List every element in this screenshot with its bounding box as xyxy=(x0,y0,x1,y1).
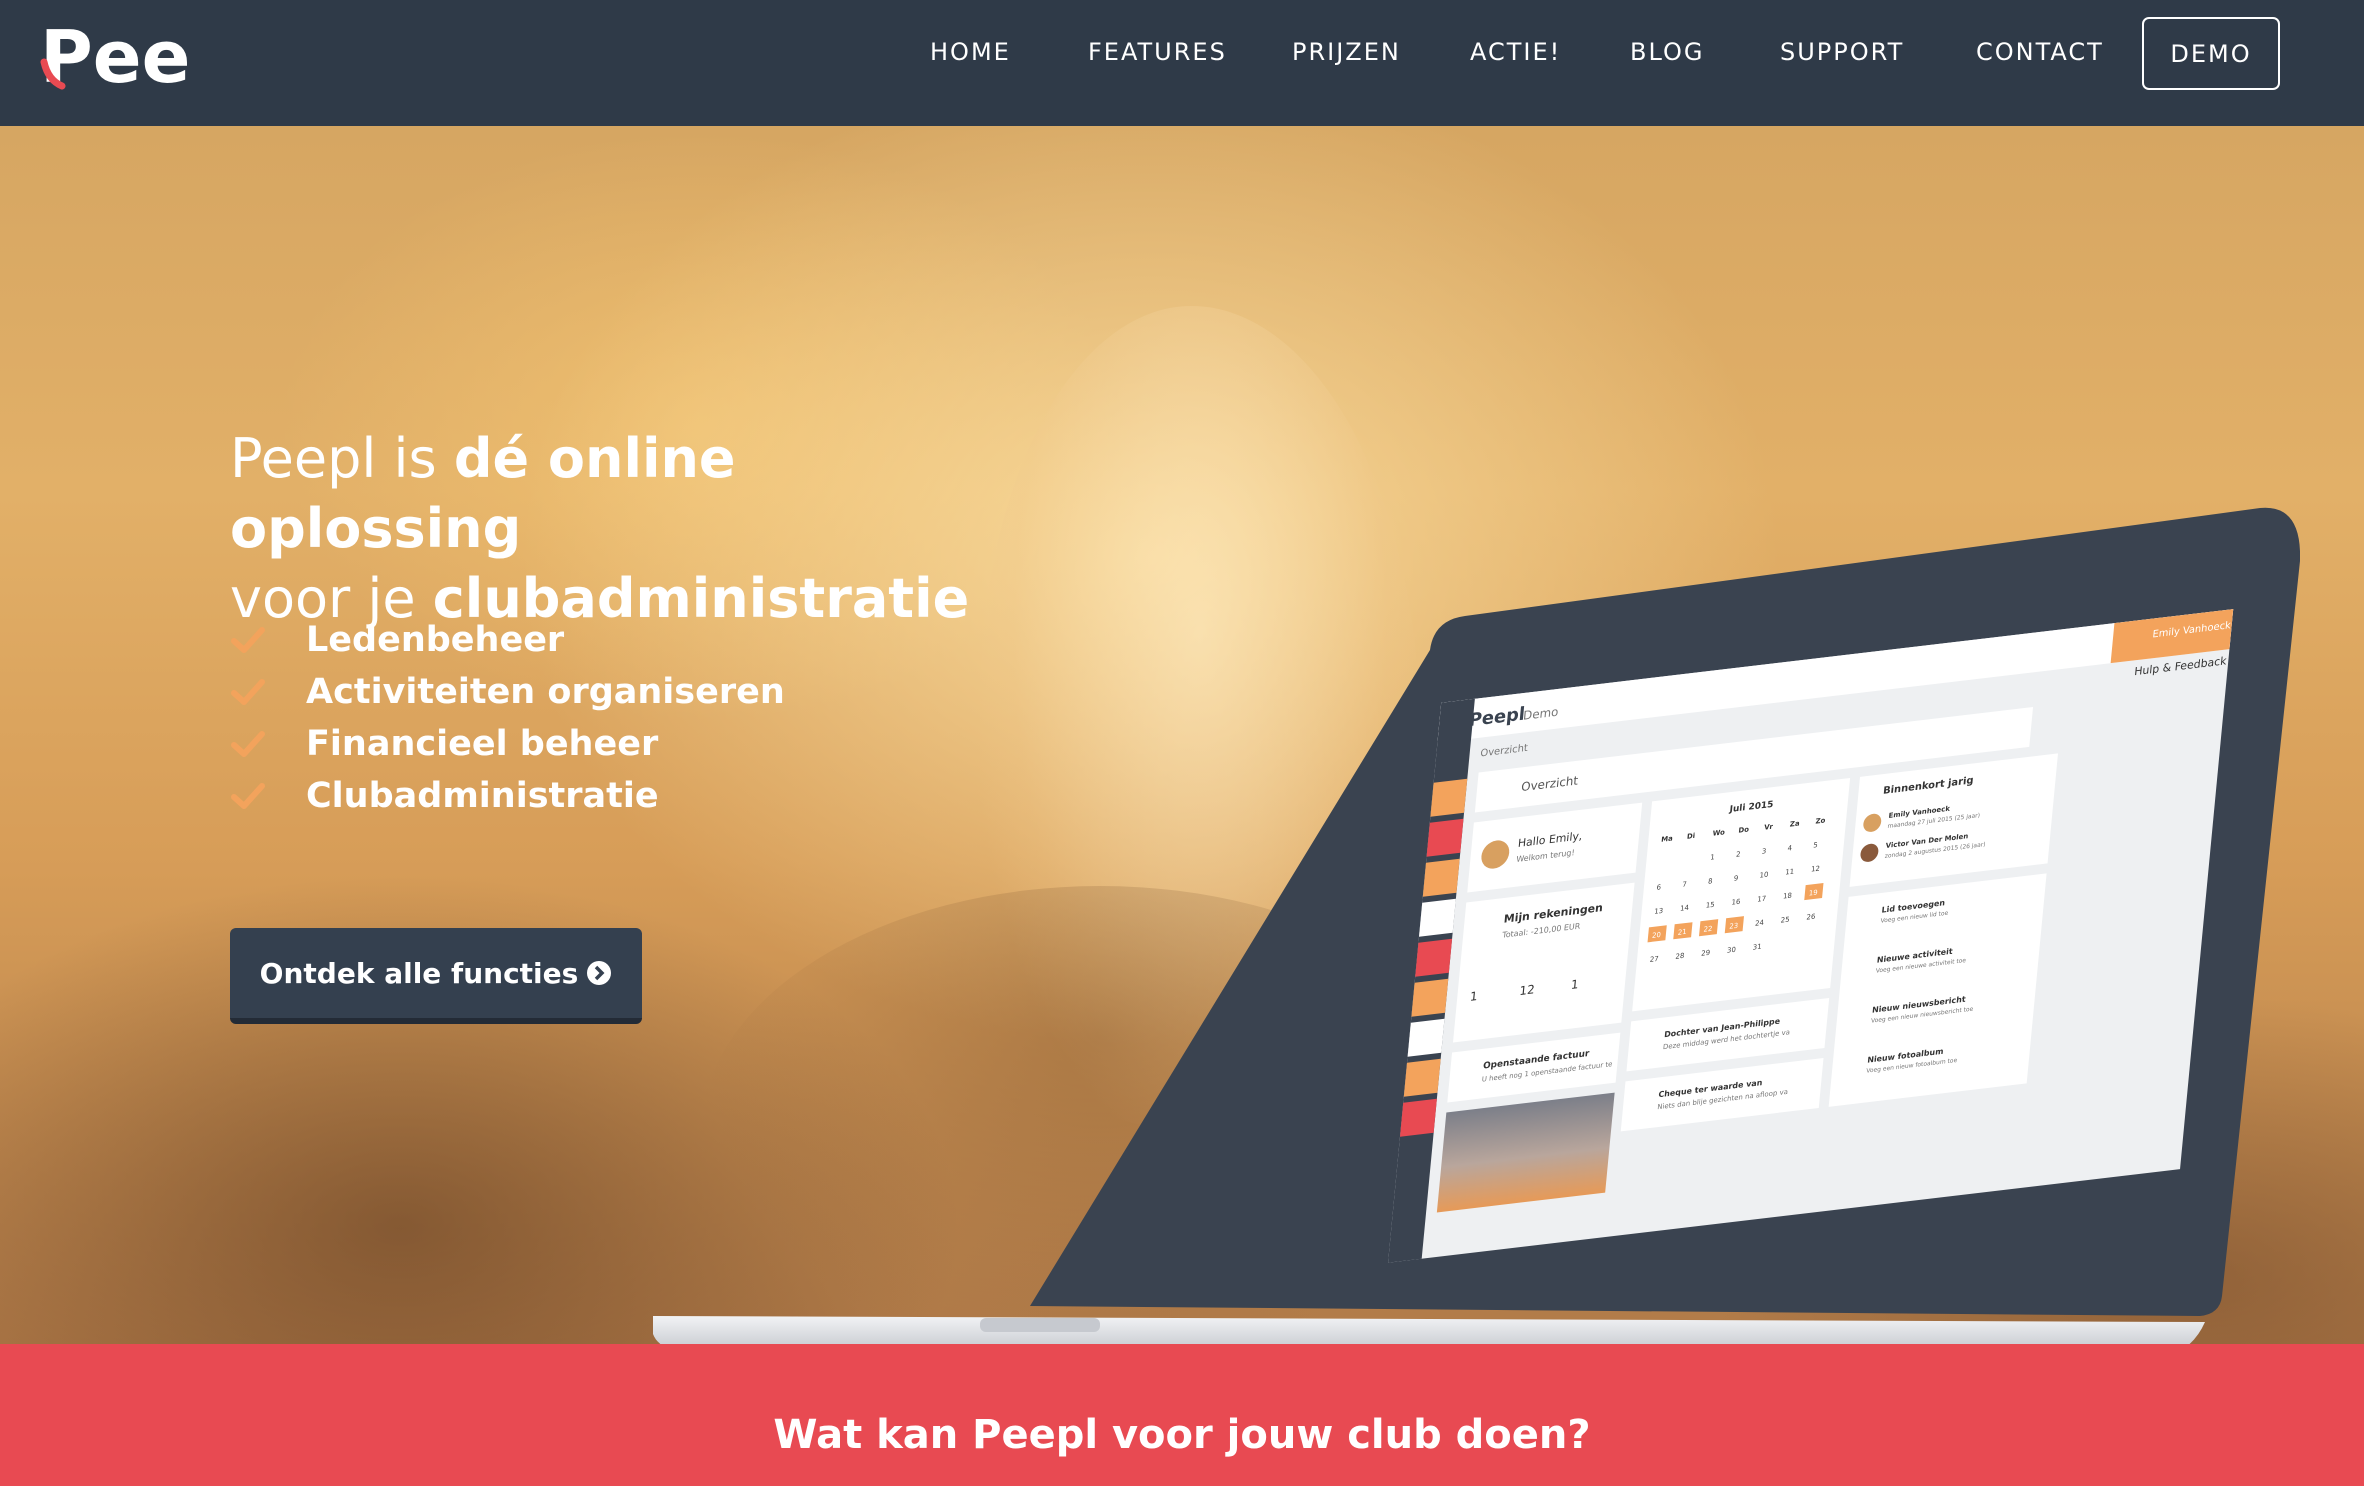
app-stat-value: 1 xyxy=(1469,989,1478,1004)
laptop-notch xyxy=(980,1318,1100,1332)
check-icon xyxy=(231,783,265,809)
nav-support[interactable]: SUPPORT xyxy=(1780,38,1904,66)
calendar-day: 25 xyxy=(1780,916,1790,925)
calendar-day: 9 xyxy=(1733,874,1738,883)
calendar-day: 26 xyxy=(1806,913,1816,922)
calendar-day: 28 xyxy=(1675,952,1685,961)
top-navbar: Peepl HOME FEATURES PRIJZEN ACTIE! BLOG … xyxy=(0,0,2364,126)
calendar-weekday: Di xyxy=(1687,832,1696,841)
calendar-day: 16 xyxy=(1731,898,1741,907)
app-stat-value: 1 xyxy=(1570,977,1579,992)
calendar-day: 11 xyxy=(1785,868,1795,877)
chevron-circle-right-icon xyxy=(587,961,612,985)
nav-contact[interactable]: CONTACT xyxy=(1976,38,2104,66)
nav-actie[interactable]: ACTIE! xyxy=(1470,38,1561,66)
calendar-day: 19 xyxy=(1808,889,1818,898)
check-icon xyxy=(231,679,265,705)
peepl-logo[interactable]: Peepl xyxy=(40,4,190,114)
calendar-day: 31 xyxy=(1752,943,1762,952)
laptop-base xyxy=(653,1316,2205,1344)
calendar-day: 30 xyxy=(1727,946,1737,955)
nav-features[interactable]: FEATURES xyxy=(1088,38,1227,66)
calendar-weekday: Zo xyxy=(1815,816,1826,825)
calendar-day: 3 xyxy=(1761,847,1766,856)
hero-section: Peepl is dé online oplossing voor je clu… xyxy=(0,126,2364,1344)
feature-label: Ledenbeheer xyxy=(306,620,565,660)
calendar-weekday: Vr xyxy=(1764,823,1774,832)
calendar-day: 22 xyxy=(1703,925,1713,934)
calendar-day: 2 xyxy=(1736,850,1741,859)
laptop-mockup: Peepl Demo Emily Vanhoeck Hulp & Feedbac… xyxy=(653,507,2300,1344)
discover-features-button[interactable]: Ontdek alle functies xyxy=(230,928,642,1024)
calendar-weekday: Za xyxy=(1789,819,1800,828)
calendar-day: 10 xyxy=(1759,871,1769,880)
calendar-day: 24 xyxy=(1755,919,1765,928)
nav-prijzen[interactable]: PRIJZEN xyxy=(1292,38,1401,66)
calendar-day: 13 xyxy=(1654,907,1664,916)
calendar-day: 5 xyxy=(1813,841,1818,850)
calendar-day: 1 xyxy=(1710,853,1715,862)
calendar-day: 20 xyxy=(1652,931,1662,940)
features-intro-band: Wat kan Peepl voor jouw club doen? xyxy=(0,1344,2364,1486)
app-stat-value: 12 xyxy=(1519,982,1535,998)
check-icon xyxy=(231,731,265,757)
calendar-day: 27 xyxy=(1649,955,1659,964)
calendar-weekday: Wo xyxy=(1712,828,1725,837)
calendar-day: 7 xyxy=(1682,880,1687,889)
calendar-day: 18 xyxy=(1783,892,1793,901)
calendar-day: 8 xyxy=(1708,877,1713,886)
calendar-day: 15 xyxy=(1705,901,1715,910)
calendar-day: 14 xyxy=(1680,904,1690,913)
calendar-day: 23 xyxy=(1729,922,1739,931)
feature-label: Clubadministratie xyxy=(306,776,659,816)
cta-label: Ontdek alle functies xyxy=(259,956,579,990)
nav-blog[interactable]: BLOG xyxy=(1630,38,1704,66)
calendar-day: 17 xyxy=(1757,895,1767,904)
demo-button[interactable]: DEMO xyxy=(2142,17,2280,90)
section-heading: Wat kan Peepl voor jouw club doen? xyxy=(773,1412,1591,1458)
headline-text-1: Peepl is xyxy=(230,427,454,490)
calendar-weekday: Do xyxy=(1738,825,1749,834)
nav-home[interactable]: HOME xyxy=(930,38,1011,66)
calendar-weekday: Ma xyxy=(1661,834,1674,843)
calendar-day: 29 xyxy=(1701,949,1711,958)
check-icon xyxy=(231,627,265,653)
calendar-day: 12 xyxy=(1811,865,1821,874)
feature-label: Financieel beheer xyxy=(306,724,659,764)
app-screen: Peepl Demo Emily Vanhoeck Hulp & Feedbac… xyxy=(1388,609,2234,1263)
calendar-day: 21 xyxy=(1677,928,1687,937)
